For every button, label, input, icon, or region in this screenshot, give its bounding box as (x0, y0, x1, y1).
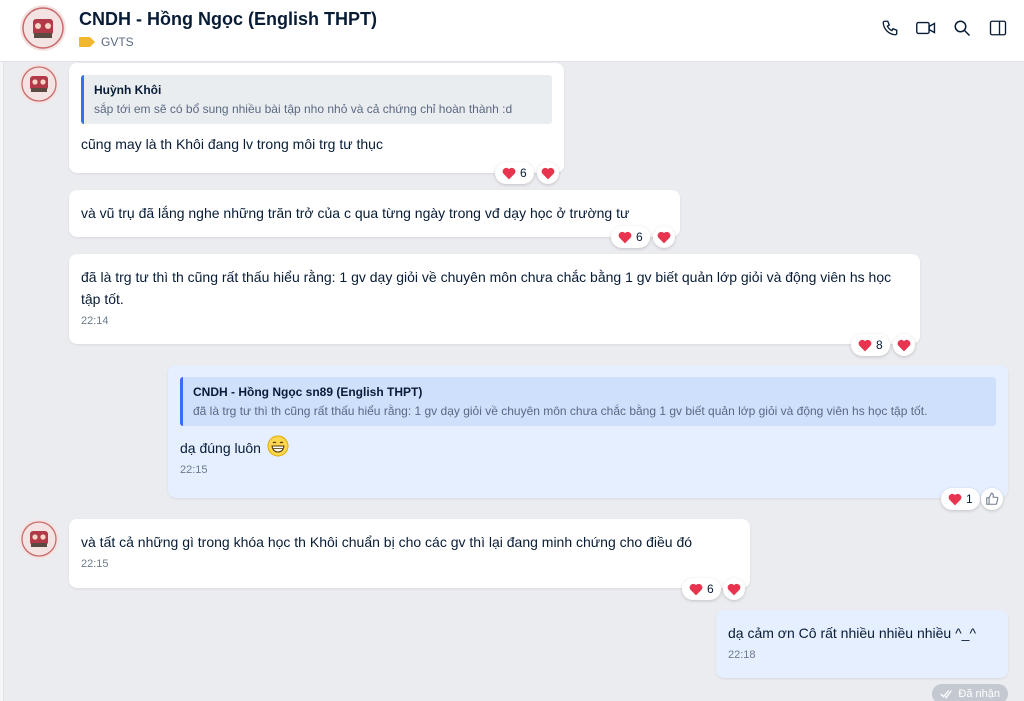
quoted-message[interactable]: Huỳnh Khôi sắp tới em sẽ có bổ sung nhiề… (81, 75, 552, 124)
message-text: đã là trg tư thì th cũng rất thấu hiểu r… (81, 269, 892, 307)
toggle-sidebar-button[interactable] (988, 17, 1008, 39)
reaction-count: 8 (876, 338, 883, 352)
message-text: và tất cả những gì trong khóa học th Khô… (81, 534, 693, 550)
heart-icon (618, 231, 632, 243)
like-icon (986, 492, 999, 505)
heart-icon (948, 493, 962, 505)
phone-icon (882, 20, 898, 36)
message-text: dạ đúng luôn (180, 440, 261, 456)
reaction-count: 6 (707, 582, 714, 596)
message-bubble[interactable]: Huỳnh Khôi sắp tới em sẽ có bổ sung nhiề… (69, 63, 564, 173)
message-text: dạ cảm ơn Cô rất nhiều nhiều nhiều ^_^ (728, 625, 977, 641)
heart-icon (689, 583, 703, 595)
my-message-bubble[interactable]: dạ cảm ơn Cô rất nhiều nhiều nhiều ^_^ 2… (716, 610, 1008, 678)
message-text-row: dạ đúng luôn (180, 435, 996, 459)
heart-icon (858, 339, 872, 351)
phone-call-button[interactable] (880, 17, 900, 39)
delivery-status-label: Đã nhận (958, 688, 1000, 700)
search-icon (954, 20, 971, 37)
video-call-button[interactable] (916, 17, 936, 39)
tag-icon (79, 37, 95, 47)
message-time: 22:15 (81, 558, 109, 570)
quoted-text: sắp tới em sẽ có bổ sung nhiều bài tập n… (94, 102, 513, 116)
sender-avatar[interactable] (19, 64, 59, 104)
message-bubble[interactable]: đã là trg tư thì th cũng rất thấu hiểu r… (69, 254, 920, 344)
group-tag[interactable]: GVTS (79, 35, 134, 49)
message-bubble[interactable]: và vũ trụ đã lắng nghe những trăn trở củ… (69, 190, 680, 237)
reaction-count: 6 (636, 230, 643, 244)
quoted-author: CNDH - Hồng Ngọc sn89 (English THPT) (193, 385, 423, 399)
delivery-status: Đã nhận (932, 684, 1008, 701)
group-avatar[interactable] (20, 5, 66, 51)
chat-title: CNDH - Hồng Ngọc (English THPT) (79, 9, 377, 29)
my-message-bubble[interactable]: CNDH - Hồng Ngọc sn89 (English THPT) đã … (168, 365, 1008, 498)
quoted-message[interactable]: CNDH - Hồng Ngọc sn89 (English THPT) đã … (180, 377, 996, 426)
react-button[interactable] (537, 162, 559, 184)
sidebar-edge (0, 62, 4, 701)
heart-icon (727, 583, 741, 595)
reaction-summary[interactable]: 1 (941, 488, 980, 510)
heart-icon (502, 167, 516, 179)
react-button[interactable] (723, 578, 745, 600)
react-button[interactable] (893, 334, 915, 356)
reaction-count: 6 (520, 166, 527, 180)
heart-icon (897, 339, 911, 351)
quoted-text: đã là trg tư thì th cũng rất thấu hiểu r… (193, 404, 928, 418)
search-button[interactable] (952, 17, 972, 39)
message-bubble[interactable]: và tất cả những gì trong khóa học th Khô… (69, 519, 750, 588)
message-time: 22:18 (728, 649, 756, 661)
message-text: và vũ trụ đã lắng nghe những trăn trở củ… (81, 205, 630, 221)
react-button[interactable] (653, 226, 675, 248)
reaction-summary[interactable]: 8 (851, 334, 890, 356)
quoted-author: Huỳnh Khôi (94, 83, 162, 97)
chat-header: CNDH - Hồng Ngọc (English THPT) GVTS (0, 0, 1024, 62)
heart-icon (541, 167, 555, 179)
reaction-summary[interactable]: 6 (611, 226, 650, 248)
message-time: 22:14 (81, 315, 109, 327)
message-text: cũng may là th Khôi đang lv trong môi tr… (81, 136, 383, 152)
reaction-count: 1 (966, 492, 973, 506)
header-actions (880, 17, 1008, 39)
sidebar-toggle-icon (989, 20, 1007, 36)
video-icon (916, 21, 936, 35)
reaction-summary[interactable]: 6 (682, 578, 721, 600)
double-check-icon (940, 690, 953, 699)
react-button[interactable] (981, 488, 1003, 510)
reaction-summary[interactable]: 6 (495, 162, 534, 184)
heart-icon (657, 231, 671, 243)
sender-avatar[interactable] (19, 519, 59, 559)
grin-emoji-icon (267, 435, 289, 457)
group-tag-label: GVTS (101, 35, 134, 49)
message-time: 22:15 (180, 464, 208, 476)
